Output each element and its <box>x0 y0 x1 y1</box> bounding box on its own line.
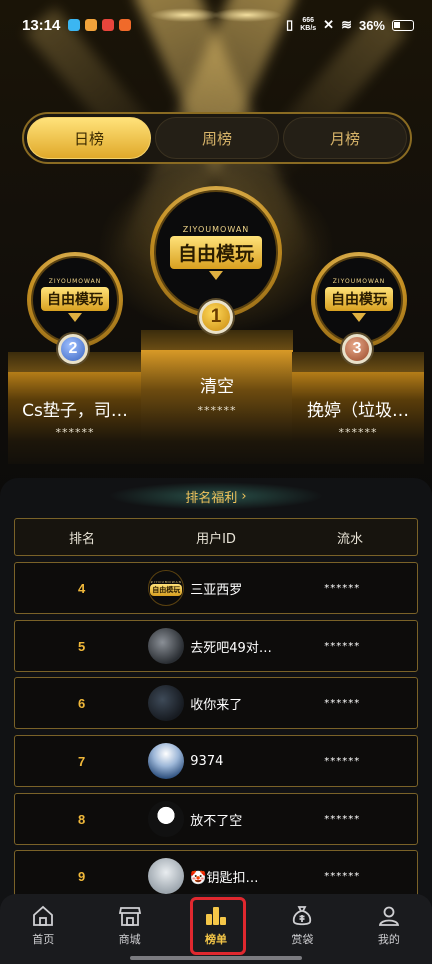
table-row[interactable]: 8 放不了空 ****** <box>14 793 418 845</box>
crown-icon <box>352 313 366 322</box>
money-bag-icon <box>293 906 312 926</box>
no-sim-icon: ✕ <box>323 17 335 32</box>
nav-store-label: 商城 <box>118 933 141 946</box>
nav-store[interactable]: 商城 <box>86 894 172 964</box>
notification-icons <box>68 19 132 31</box>
podium-third-name[interactable]: 挽婷（垃圾… <box>292 396 424 421</box>
podium-first-avatar[interactable]: ZIYOUMOWAN 自由模玩 <box>150 186 282 318</box>
app-notification-icon <box>68 19 81 31</box>
header-user-id: 用户ID <box>196 531 236 547</box>
bronze-medal-icon: 3 <box>342 334 372 364</box>
ranking-icon <box>206 907 227 925</box>
row-username: 去死吧49对… <box>190 640 272 656</box>
row-flow: ****** <box>324 870 361 882</box>
row-rank: 4 <box>78 580 86 596</box>
row-rank: 9 <box>78 868 86 884</box>
nav-bag[interactable]: 赏袋 <box>259 894 345 964</box>
nav-home-label: 首页 <box>32 933 55 946</box>
ranking-welfare-label: 排名福利 <box>185 490 238 506</box>
home-icon <box>33 905 54 926</box>
gold-medal-icon: 1 <box>199 300 233 334</box>
row-username: 放不了空 <box>190 813 243 829</box>
brand-logo-caption: ZIYOUMOWAN <box>182 224 250 234</box>
row-username: 9374 <box>190 753 224 769</box>
avatar <box>148 743 185 779</box>
wifi-icon: ≋ <box>341 17 352 32</box>
brand-logo-text: 自由模玩 <box>41 287 109 311</box>
app-notification-icon <box>119 19 132 31</box>
status-bar: 13:14 ▯ 666 KB/s ✕ ≋ 36% <box>0 0 432 50</box>
status-time: 13:14 <box>22 16 61 34</box>
avatar: ZIYOUMOWAN 自由模玩 <box>148 570 185 606</box>
bottom-navigation: 首页 商城 榜单 赏袋 我的 <box>0 894 432 964</box>
avatar <box>148 685 185 721</box>
podium-second-score: ****** <box>55 426 95 439</box>
period-tabs: 日榜 周榜 月榜 <box>22 112 412 164</box>
podium-first-block: 清空 ****** <box>141 330 293 464</box>
row-flow: ****** <box>324 813 361 825</box>
header-flow: 流水 <box>336 531 363 547</box>
avatar <box>148 858 185 894</box>
silver-medal-icon: 2 <box>58 334 88 364</box>
podium-first-name[interactable]: 清空 <box>141 372 293 397</box>
crown-icon <box>209 270 223 280</box>
podium-second-name[interactable]: Cs垫子，司… <box>8 396 142 421</box>
chevron-right-icon: › <box>241 488 247 504</box>
tab-monthly[interactable]: 月榜 <box>283 117 407 159</box>
home-indicator[interactable] <box>130 956 302 960</box>
nav-mine-label: 我的 <box>377 933 400 946</box>
ranking-welfare-link[interactable]: 排名福利 › <box>108 482 324 510</box>
podium-third-score: ****** <box>338 426 378 439</box>
table-row[interactable]: 6 收你来了 ****** <box>14 677 418 729</box>
crown-icon <box>68 313 82 322</box>
row-flow: ****** <box>324 755 361 767</box>
brand-logo-text: 自由模玩 <box>169 235 262 269</box>
brand-logo-text: 自由模玩 <box>325 287 393 311</box>
row-flow: ****** <box>324 697 361 709</box>
podium-second-block: Cs垫子，司… ****** <box>8 352 142 464</box>
row-rank: 7 <box>78 753 86 769</box>
header-rank: 排名 <box>68 531 95 547</box>
row-rank: 6 <box>78 695 86 711</box>
podium-third-block: 挽婷（垃圾… ****** <box>292 352 424 464</box>
nav-mine[interactable]: 我的 <box>346 894 432 964</box>
nav-home[interactable]: 首页 <box>0 894 86 964</box>
tab-daily[interactable]: 日榜 <box>27 117 151 159</box>
battery-icon <box>392 19 414 31</box>
row-username: 三亚西罗 <box>190 582 243 598</box>
row-flow: ****** <box>324 582 361 594</box>
table-row[interactable]: 5 去死吧49对… ****** <box>14 620 418 672</box>
row-rank: 5 <box>78 638 86 654</box>
user-icon <box>378 906 399 926</box>
nav-ranking[interactable]: 榜单 <box>173 894 259 964</box>
row-flow: ****** <box>324 640 361 652</box>
row-username: 🤡钥匙扣… <box>190 870 259 886</box>
network-speed: 666 KB/s <box>300 17 317 32</box>
row-rank: 8 <box>78 811 86 827</box>
brand-logo-caption: ZIYOUMOWAN <box>48 278 102 285</box>
row-username: 收你来了 <box>190 697 243 713</box>
table-row[interactable]: 4 ZIYOUMOWAN 自由模玩 三亚西罗 ****** <box>14 562 418 614</box>
battery-percent: 36% <box>358 17 385 33</box>
nav-bag-label: 赏袋 <box>291 933 314 946</box>
avatar <box>148 801 185 837</box>
app-notification-icon <box>102 19 115 31</box>
podium-first-score: ****** <box>197 404 237 417</box>
store-icon <box>118 907 141 926</box>
brand-logo-caption: ZIYOUMOWAN <box>332 278 386 285</box>
status-indicators: ▯ 666 KB/s ✕ ≋ 36% <box>286 17 414 33</box>
ranking-table-header: 排名 用户ID 流水 <box>14 518 418 556</box>
table-row[interactable]: 7 9374 ****** <box>14 735 418 787</box>
nav-ranking-label: 榜单 <box>205 933 228 946</box>
tab-weekly[interactable]: 周榜 <box>155 117 279 159</box>
vibrate-icon: ▯ <box>286 17 294 32</box>
avatar <box>148 628 185 664</box>
app-notification-icon <box>85 19 98 31</box>
